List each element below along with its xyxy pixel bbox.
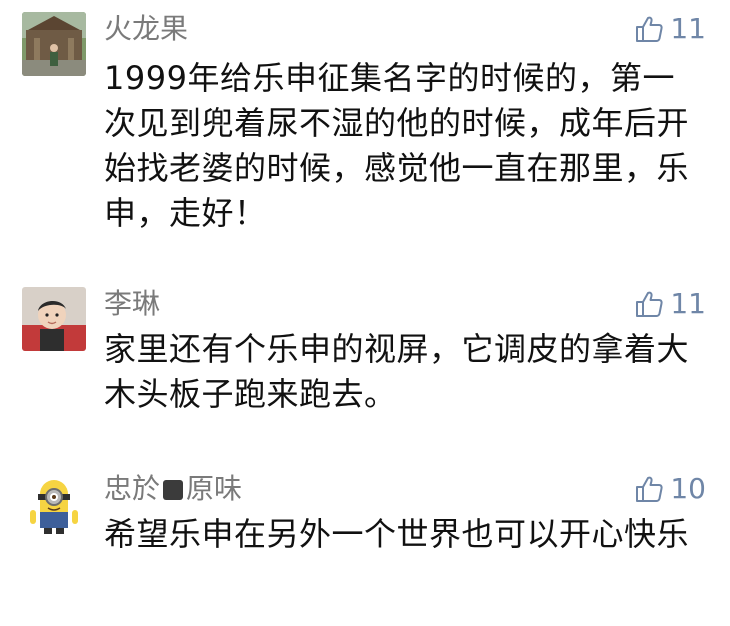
thumbs-up-icon <box>636 291 663 317</box>
comment-text: 希望乐申在另外一个世界也可以开心快乐 <box>104 515 690 553</box>
like-button[interactable]: 11 <box>634 287 706 321</box>
username-suffix: 原味 <box>186 472 243 505</box>
avatar-huolongguo[interactable] <box>22 12 86 76</box>
avatar-image <box>22 287 86 351</box>
username[interactable]: 火龙果 <box>104 12 188 46</box>
avatar-image <box>22 12 86 76</box>
thumbs-up-icon <box>636 476 663 502</box>
username-prefix: 忠於 <box>104 472 161 505</box>
username[interactable]: 李琳 <box>104 287 160 321</box>
username[interactable]: 忠於 原味 <box>104 472 242 506</box>
avatar-zhongyu[interactable] <box>22 472 86 536</box>
like-button[interactable]: 11 <box>634 12 706 46</box>
like-count: 11 <box>670 12 706 45</box>
emoji-square-icon <box>163 480 184 500</box>
like-button[interactable]: 10 <box>634 472 706 506</box>
thumbs-up-icon <box>636 16 663 42</box>
comment-text: 1999年给乐申征集名字的时候的，第一次见到兜着尿不湿的他的时候，成年后开始找老… <box>104 59 690 232</box>
avatar-image <box>22 472 86 536</box>
comment-text: 家里还有个乐申的视屏，它调皮的拿着大木头板子跑来跑去。 <box>104 330 690 413</box>
avatar-lilin[interactable] <box>22 287 86 351</box>
like-count: 10 <box>670 472 706 505</box>
like-count: 11 <box>670 287 706 320</box>
